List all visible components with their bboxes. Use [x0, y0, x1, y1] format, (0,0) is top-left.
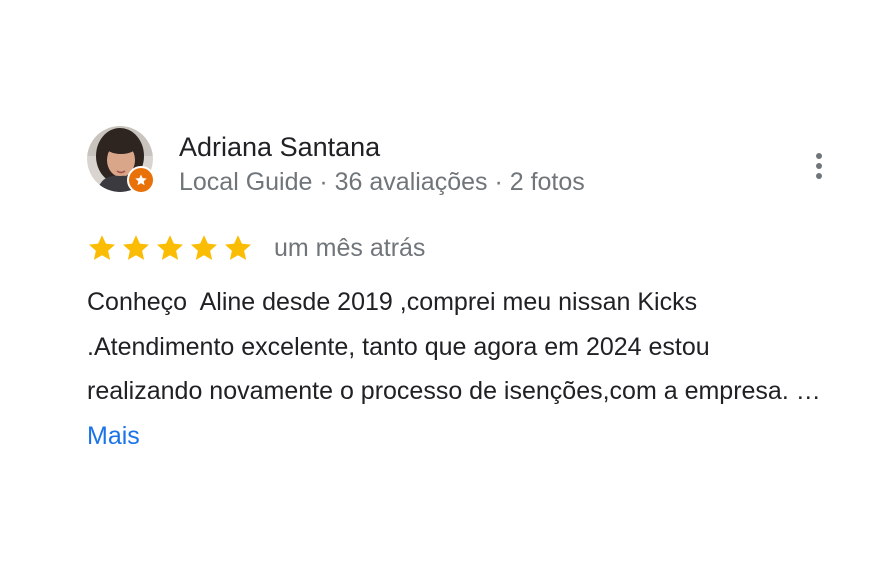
- star-icon: [123, 235, 149, 260]
- review-text: Conheço Aline desde 2019 ,comprei meu ni…: [87, 280, 827, 458]
- author-meta: Local Guide · 36 avaliações · 2 fotos: [179, 168, 585, 196]
- review-body: Conheço Aline desde 2019 ,comprei meu ni…: [87, 288, 821, 405]
- local-guide-badge: [127, 166, 155, 194]
- author-name[interactable]: Adriana Santana: [179, 130, 380, 164]
- author-avatar[interactable]: [87, 126, 155, 194]
- more-vert-icon: [816, 153, 822, 179]
- star-rating: [87, 233, 257, 263]
- star-icon: [191, 235, 217, 260]
- star-icon: [89, 235, 115, 260]
- review-date: um mês atrás: [274, 233, 426, 262]
- review-options-button[interactable]: [805, 148, 833, 184]
- star-icon: [225, 235, 251, 260]
- more-link[interactable]: Mais: [87, 422, 140, 450]
- star-icon: [157, 235, 183, 260]
- local-guide-star-icon: [135, 174, 147, 186]
- rating-row: um mês atrás: [87, 230, 425, 266]
